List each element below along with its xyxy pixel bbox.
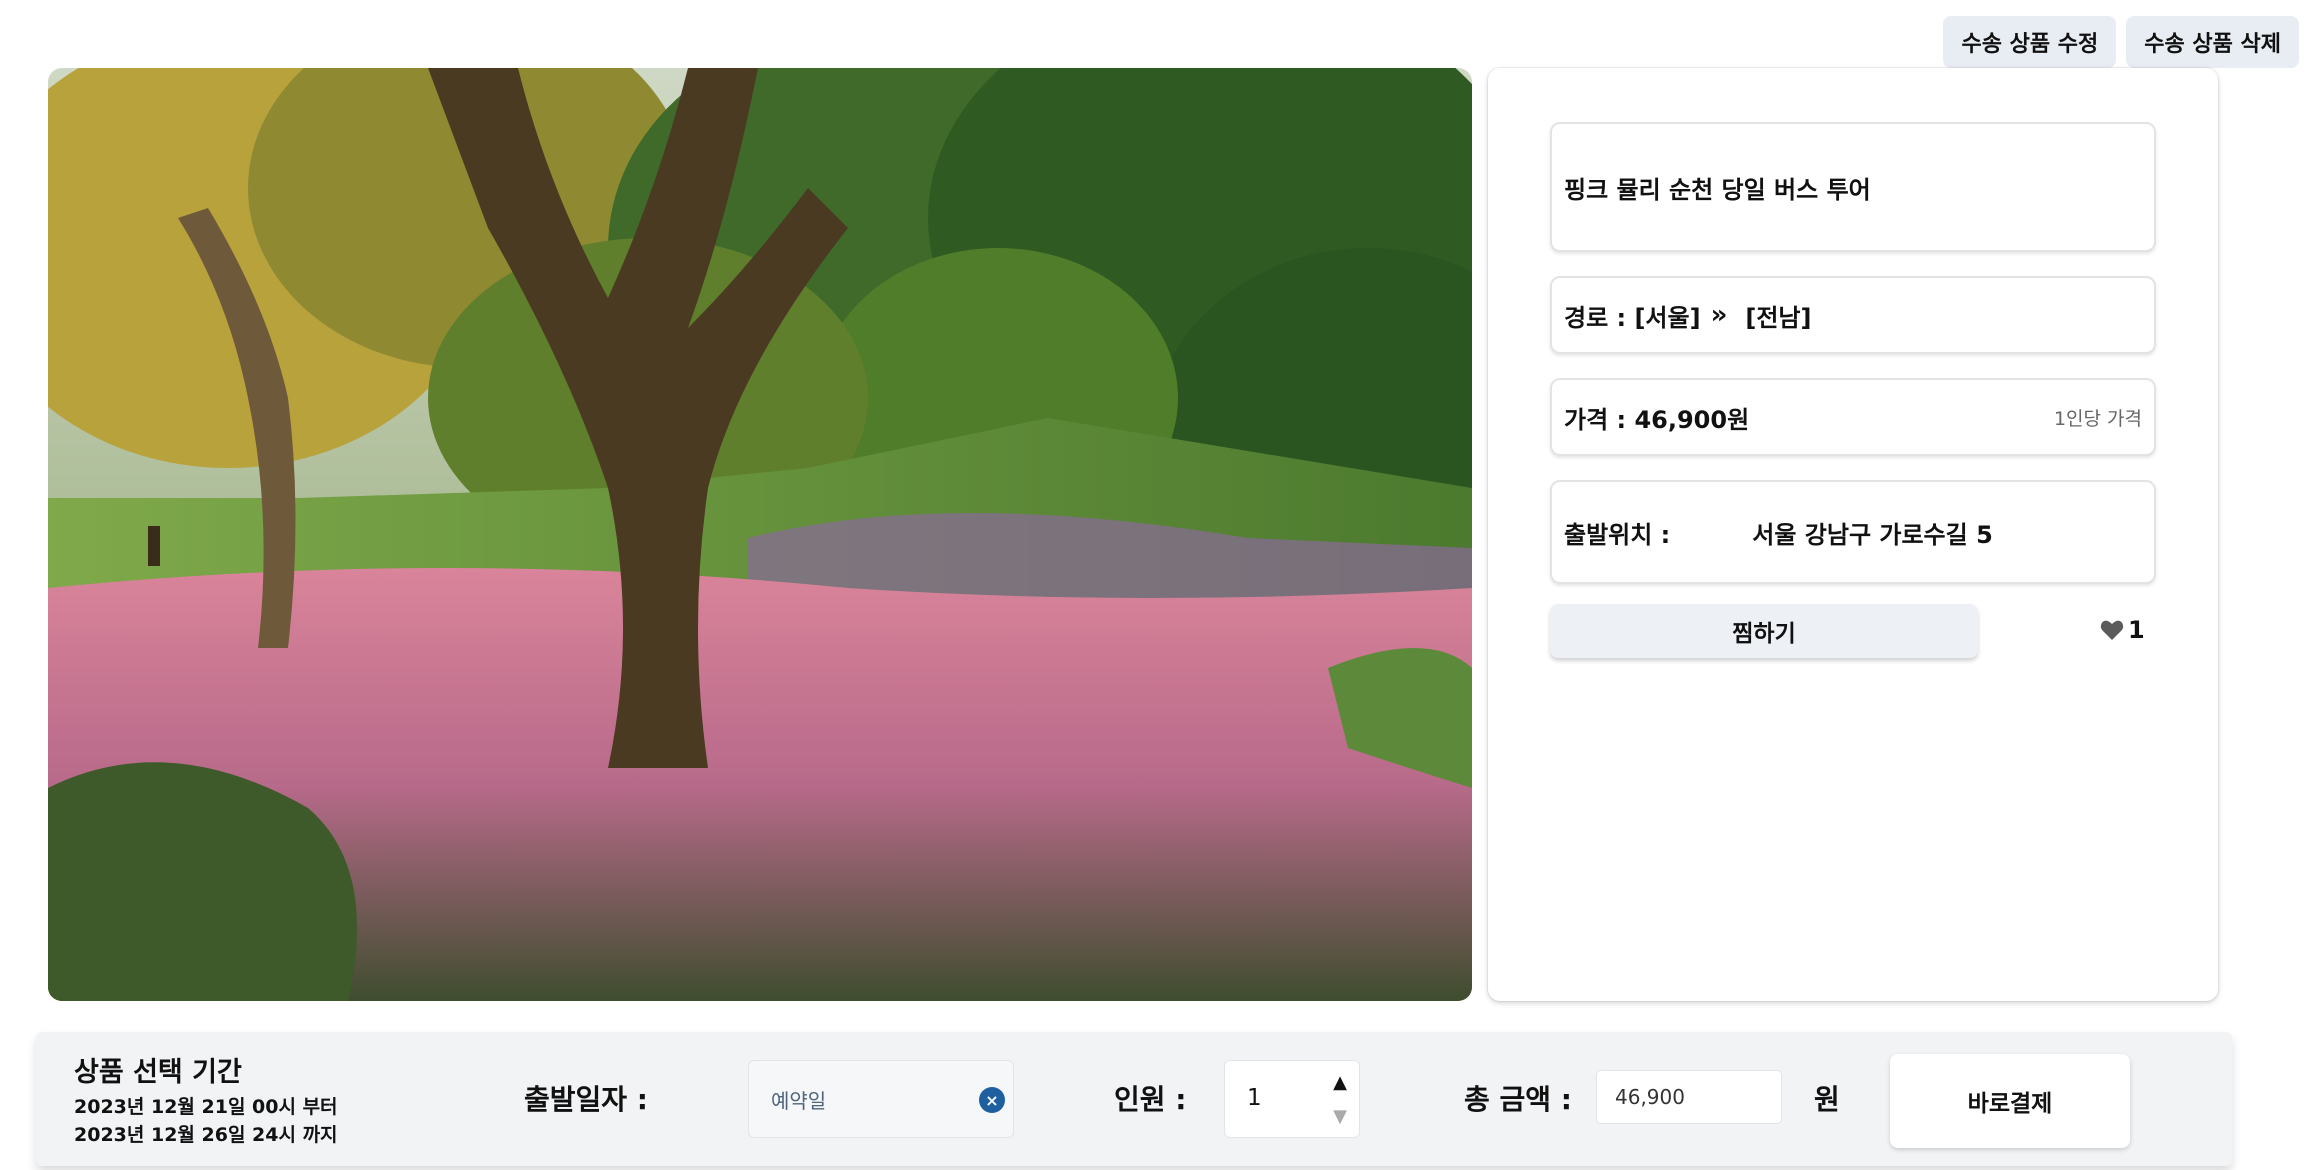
departure-label: 출발위치 :: [1564, 520, 1671, 549]
date-placeholder: 예약일: [771, 1088, 827, 1113]
price-field: 가격 : 46,900원 1인당 가격: [1550, 378, 2156, 456]
product-title-field: 핑크 뮬리 순천 당일 버스 투어: [1550, 122, 2156, 252]
total-price-value: 46,900: [1615, 1085, 1685, 1109]
top-actions: 수송 상품 수정 수송 상품 삭제: [1943, 16, 2299, 68]
departure-date-input[interactable]: 예약일 ×: [748, 1060, 1014, 1138]
period-title: 상품 선택 기간: [74, 1057, 242, 1088]
route-field: 경로 : [서울] » [전남]: [1550, 276, 2156, 354]
edit-product-button[interactable]: 수송 상품 수정: [1943, 16, 2117, 68]
departure-date-label: 출발일자 :: [524, 1083, 648, 1116]
triangle-down-icon[interactable]: ▼: [1329, 1105, 1351, 1127]
people-stepper[interactable]: 1 ▲ ▼: [1224, 1060, 1360, 1138]
triangle-up-icon[interactable]: ▲: [1329, 1071, 1351, 1093]
price-note: 1인당 가격: [2053, 407, 2142, 430]
period-end: 2023년 12월 26일 24시 까지: [74, 1124, 338, 1146]
currency-label: 원: [1814, 1083, 1840, 1116]
people-value[interactable]: 1: [1247, 1085, 1262, 1111]
buy-now-button[interactable]: 바로결제: [1890, 1054, 2130, 1148]
route-origin: 경로 : [서울]: [1564, 303, 1701, 332]
people-label: 인원 :: [1114, 1083, 1187, 1116]
total-price-field: 46,900: [1596, 1070, 1782, 1124]
route-arrow-icon: »: [1710, 300, 1728, 330]
departure-field: 출발위치 : 서울 강남구 가로수길 5: [1550, 480, 2156, 584]
close-circle-icon[interactable]: ×: [979, 1087, 1005, 1113]
heart-icon: [2100, 620, 2124, 640]
price-value: 가격 : 46,900원: [1564, 405, 1750, 434]
period-start: 2023년 12월 21일 00시 부터: [74, 1096, 338, 1118]
like-count: 1: [2128, 616, 2145, 644]
product-detail-page: 수송 상품 수정 수송 상품 삭제 핑크 뮬리 순천 당일 버스 투어 경로:…: [0, 0, 2311, 1170]
like-counter[interactable]: 1: [2100, 616, 2145, 644]
departure-address: 서울 강남구 가로수길 5: [1752, 520, 1993, 549]
product-photo: [48, 68, 1472, 1001]
delete-product-button[interactable]: 수송 상품 삭제: [2126, 16, 2299, 68]
wishlist-button[interactable]: 찜하기: [1550, 604, 1978, 658]
total-price-label: 총 금액 :: [1464, 1083, 1572, 1116]
product-title: 핑크 뮬리 순천 당일 버스 투어: [1564, 175, 1871, 204]
route-destination: [전남]: [1745, 303, 1812, 332]
booking-bar: 상품 선택 기간 2023년 12월 21일 00시 부터 2023년 12월 …: [36, 1032, 2232, 1166]
product-info-card: 핑크 뮬리 순천 당일 버스 투어 경로 : [서울] » [전남] 가격 : …: [1488, 68, 2218, 1001]
